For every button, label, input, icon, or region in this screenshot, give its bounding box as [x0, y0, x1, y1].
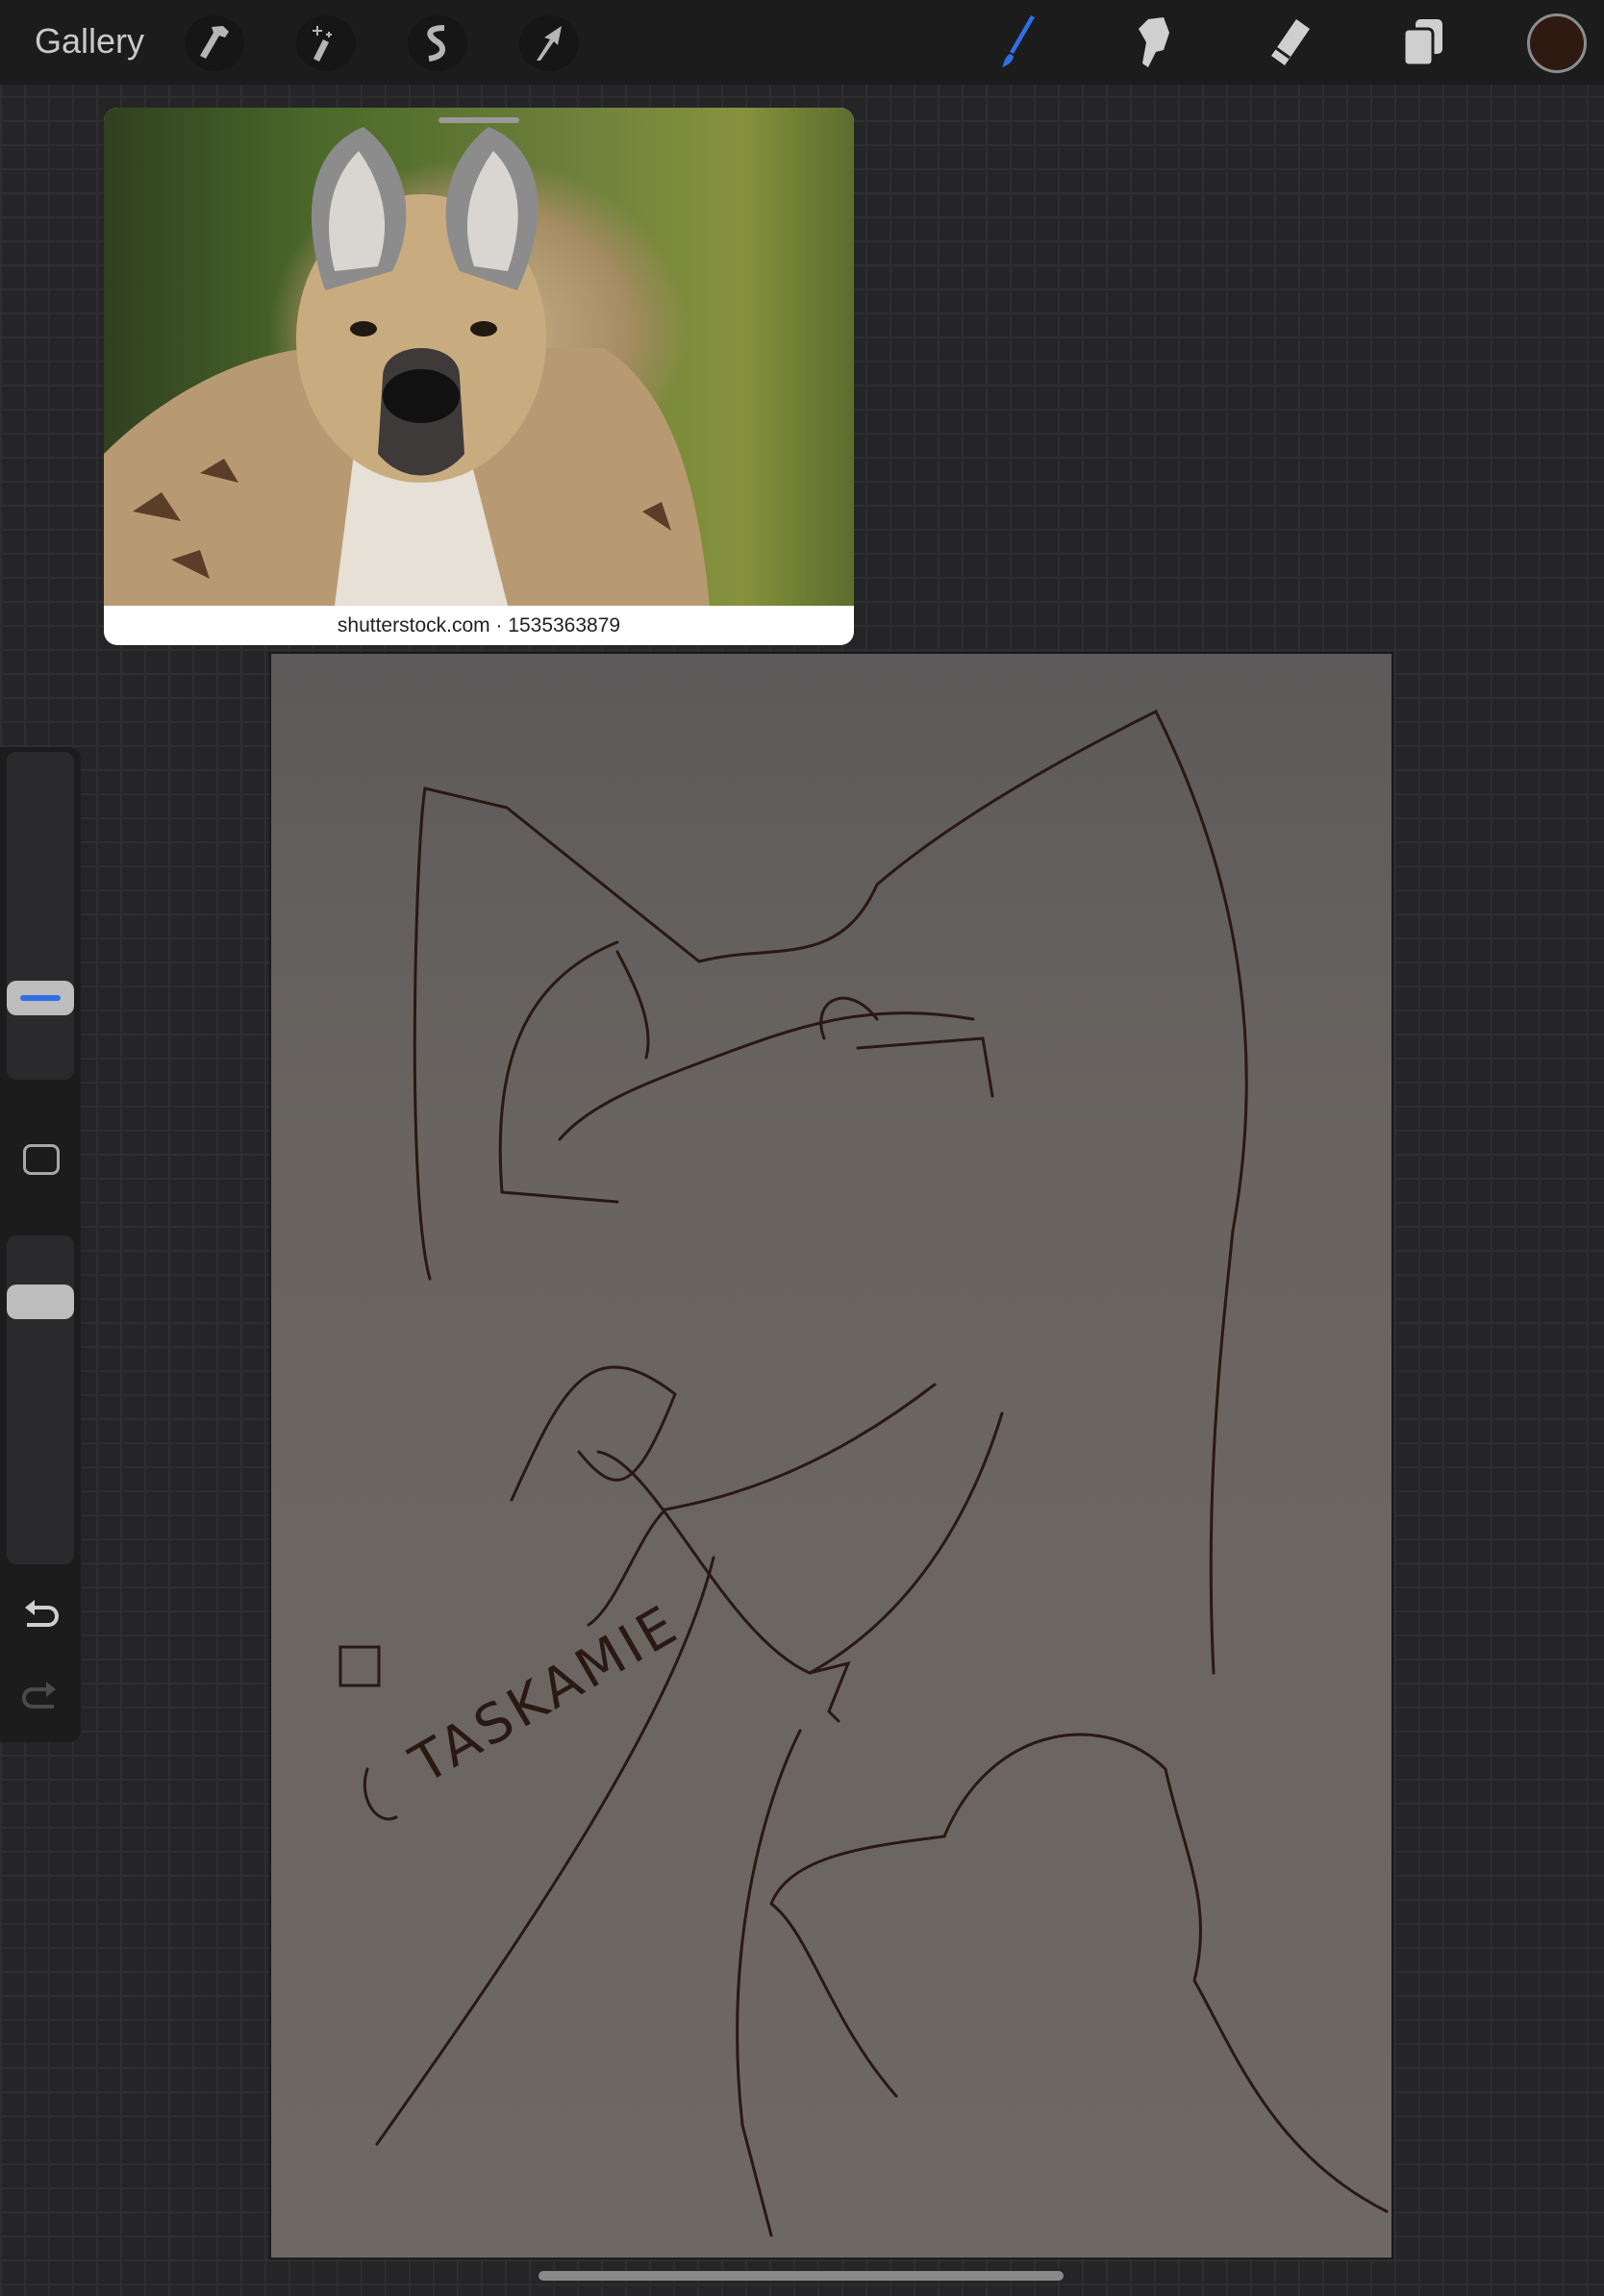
transform-button[interactable] [519, 15, 579, 71]
opacity-thumb[interactable] [7, 1285, 74, 1319]
undo-button[interactable] [21, 1598, 60, 1634]
smudge-button[interactable] [1125, 13, 1183, 71]
drag-handle[interactable] [439, 117, 519, 123]
gallery-button[interactable]: Gallery [35, 21, 144, 62]
transform-arrow-icon [533, 24, 565, 62]
undo-icon [21, 1598, 60, 1629]
wrench-icon [198, 24, 231, 62]
hyena-reference-photo [104, 108, 854, 606]
home-indicator[interactable] [539, 2271, 1064, 2281]
selection-button[interactable] [408, 15, 467, 71]
sidebar [0, 747, 81, 1742]
selection-icon [423, 24, 452, 62]
color-picker-button[interactable] [1527, 13, 1587, 73]
layers-button[interactable] [1394, 13, 1452, 71]
modify-button[interactable] [23, 1144, 60, 1175]
eraser-icon [1266, 17, 1312, 67]
hoop-earring [340, 1647, 379, 1685]
sketch-lines [348, 654, 1387, 2235]
reference-window[interactable]: shutterstock.com · 1535363879 [104, 108, 854, 645]
eraser-button[interactable] [1260, 13, 1317, 71]
actions-button[interactable] [185, 15, 244, 71]
adjustments-button[interactable] [296, 15, 356, 71]
drawing-canvas[interactable]: TASKAMIE [271, 654, 1391, 2258]
brush-size-thumb[interactable] [7, 981, 74, 1015]
brush-icon [1000, 15, 1039, 69]
smudge-icon [1135, 15, 1173, 69]
top-toolbar: Gallery [0, 0, 1604, 85]
redo-button[interactable] [21, 1680, 60, 1715]
redo-icon [21, 1680, 60, 1710]
brush-button[interactable] [990, 13, 1048, 71]
brush-size-slider[interactable] [7, 752, 74, 1080]
size-indicator [20, 995, 61, 1001]
opacity-slider[interactable] [7, 1235, 74, 1564]
magic-wand-icon [310, 24, 342, 62]
layers-icon [1402, 17, 1444, 67]
reference-caption: shutterstock.com · 1535363879 [104, 606, 854, 645]
